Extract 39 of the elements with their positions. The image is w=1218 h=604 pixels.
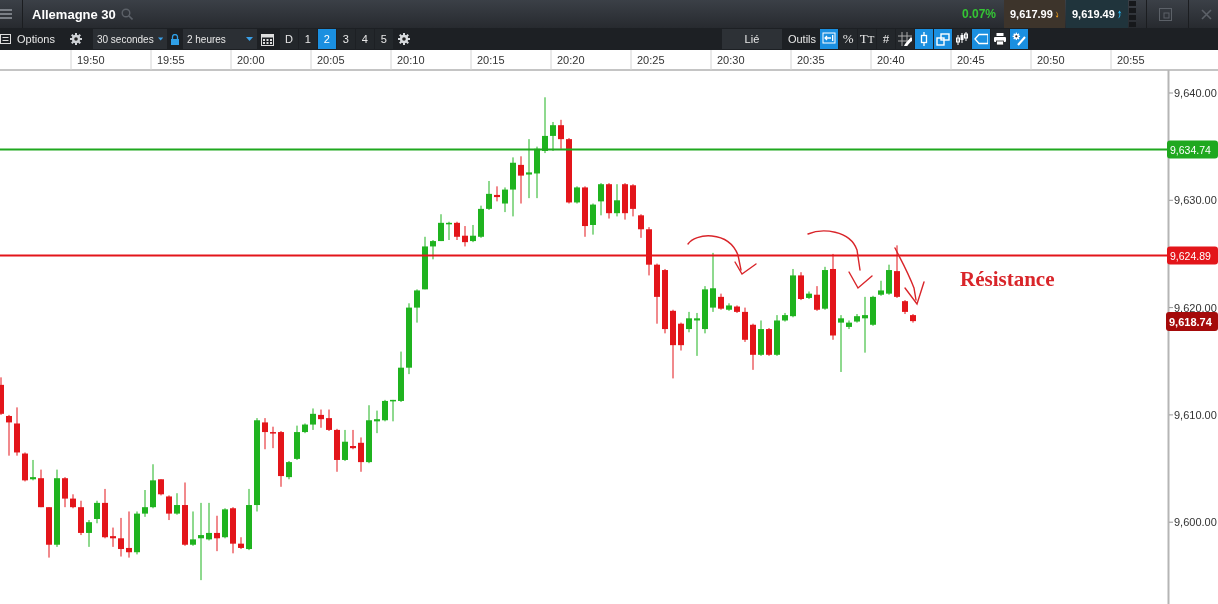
time-label: 19:55 (157, 54, 185, 66)
buy-price-button[interactable]: 9,619.49 (1066, 0, 1128, 28)
price-change: 0.07% (961, 7, 996, 21)
price-label: 9,640.00 (1174, 87, 1217, 99)
time-label: 20:25 (637, 54, 665, 66)
current-price-tag: 9,618.74 (1166, 312, 1218, 332)
price-label: 9,630.00 (1174, 194, 1217, 207)
time-label: 20:30 (717, 54, 745, 66)
interval-dropdown[interactable]: 30 secondes (92, 29, 167, 49)
time-label: 20:00 (237, 54, 265, 66)
range-dropdown[interactable]: 2 heures (182, 29, 257, 49)
time-label: 20:50 (1037, 54, 1065, 66)
time-label: 20:20 (557, 54, 585, 66)
period-button[interactable]: D (279, 29, 298, 49)
time-label: 20:15 (477, 54, 505, 66)
period-button[interactable]: 5 (374, 29, 393, 49)
price-label: 9,620.00 (1174, 301, 1217, 314)
instrument-title: Allemagne 30 (32, 6, 116, 22)
tools-label: Outils (787, 33, 817, 45)
tool-button[interactable]: % (839, 29, 858, 49)
time-label: 20:55 (1117, 54, 1145, 66)
period-button[interactable]: 1 (298, 29, 317, 49)
time-label: 20:45 (957, 54, 985, 66)
price-label: 9,610.00 (1174, 408, 1217, 421)
period-button[interactable]: 3 (336, 29, 355, 49)
price-level-tag: 9,624.89 (1167, 246, 1218, 265)
options-button[interactable]: Options (0, 29, 61, 49)
time-label: 20:40 (877, 54, 905, 66)
time-label: 20:10 (397, 54, 425, 66)
time-label: 20:35 (797, 54, 825, 66)
linked-button[interactable]: Lié (721, 29, 782, 49)
period-button[interactable]: 4 (355, 29, 374, 49)
price-label: 9,600.00 (1174, 516, 1217, 529)
tool-button[interactable]: # (877, 29, 896, 49)
annotation-text: Résistance (960, 267, 1055, 291)
time-label: 19:50 (77, 54, 105, 66)
price-level-tag: 9,634.74 (1167, 140, 1218, 159)
sell-price-button[interactable]: 9,617.99 (1004, 0, 1065, 28)
time-label: 20:05 (317, 54, 345, 66)
